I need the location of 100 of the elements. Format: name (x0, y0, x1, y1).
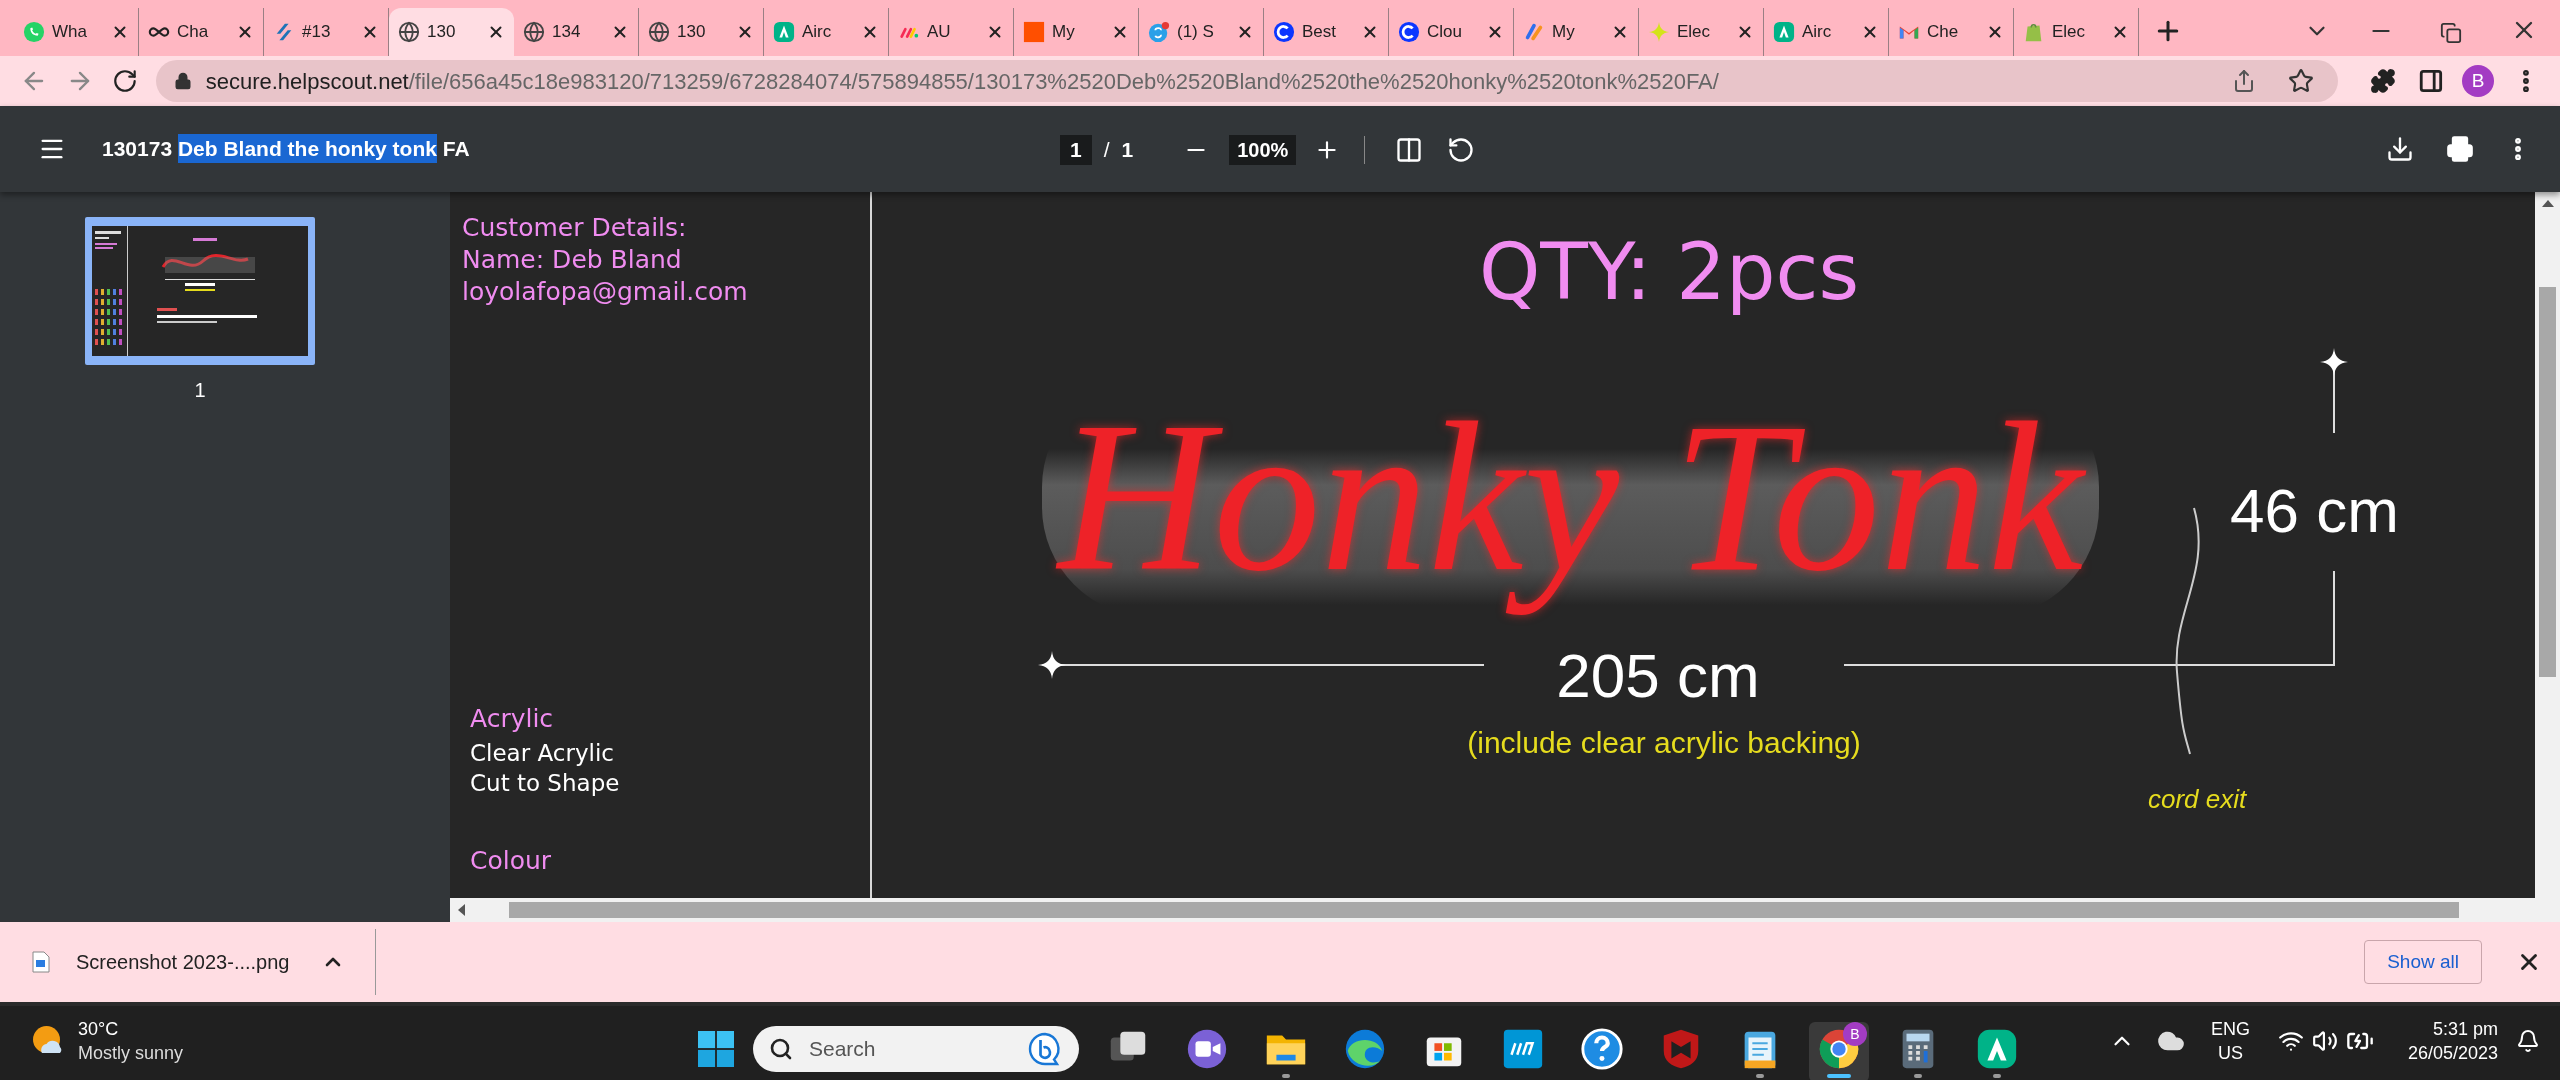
backing-note: (include clear acrylic backing) (1467, 725, 1861, 761)
globe-icon (648, 21, 670, 43)
download-icon[interactable] (2386, 135, 2414, 163)
close-icon[interactable] (1236, 23, 1254, 41)
page-count: 1 (1121, 137, 1134, 163)
lock-icon (173, 72, 192, 90)
notification-icon[interactable] (2516, 1029, 2540, 1053)
height-label: 46 cm (2230, 475, 2399, 547)
fit-page-icon[interactable] (1395, 135, 1424, 164)
close-icon[interactable] (1111, 23, 1129, 41)
close-icon[interactable] (1736, 23, 1754, 41)
close-icon[interactable] (111, 23, 129, 41)
taskbar-search-field[interactable]: Search (753, 1026, 1079, 1072)
restore-icon[interactable] (2440, 22, 2462, 44)
colour-heading: Colour (470, 844, 553, 877)
close-icon[interactable] (487, 23, 505, 41)
horizontal-scrollbar[interactable] (450, 898, 2560, 922)
material-line: Clear Acrylic (470, 738, 615, 768)
search-icon (769, 1037, 793, 1061)
material-line: Cut to Shape (470, 768, 621, 798)
ring-icon (1273, 21, 1295, 43)
tab-title: My (1052, 21, 1075, 44)
show-all-button[interactable]: Show all (2364, 940, 2482, 984)
close-icon[interactable] (611, 23, 629, 41)
vertical-scrollbar[interactable] (2535, 192, 2560, 898)
language-text[interactable]: ENG (2210, 1017, 2250, 1041)
globe-icon (523, 21, 545, 43)
tab-title: Clou (1427, 21, 1462, 44)
ring-icon (1398, 21, 1420, 43)
slanted-bars-icon (1523, 21, 1545, 43)
close-icon[interactable] (1986, 23, 2004, 41)
print-icon[interactable] (2446, 135, 2474, 163)
clock-date[interactable]: 26/05/2023 (2407, 1041, 2498, 1065)
taskbar-app[interactable]: B (1809, 1022, 1869, 1080)
close-icon[interactable] (861, 23, 879, 41)
help-icon[interactable] (1579, 1026, 1625, 1072)
tab-title: Airc (1802, 21, 1832, 44)
page-thumbnail[interactable] (85, 217, 315, 365)
close-icon[interactable] (1486, 23, 1504, 41)
close-icon[interactable] (736, 23, 754, 41)
reload-icon[interactable] (111, 68, 138, 94)
close-icon[interactable] (1861, 23, 1879, 41)
profile-avatar[interactable]: B (2462, 65, 2495, 97)
width-label: 205 cm (1556, 640, 1760, 712)
tab-title: Cha (177, 21, 209, 44)
download-file-name[interactable]: Screenshot 2023-....png (76, 947, 290, 977)
page-separator: / (1103, 137, 1110, 163)
tab-title: (1) S (1177, 21, 1214, 44)
volume-icon[interactable] (2311, 1028, 2338, 1054)
chat-bubble-icon (23, 21, 45, 43)
address-field[interactable]: secure.helpscout.net/file/656a45c18e983120/713259/6728284074/575894855/130173%2520Deb%2520Bland%2520the%2520honky%2520tonk%2520FA/ (155, 60, 2339, 102)
customer-detail-line: loyolafopa@gmail.com (462, 276, 749, 308)
clock-time[interactable]: 5:31 pm (2432, 1017, 2498, 1041)
page-number-field[interactable]: 1 (1060, 134, 1092, 165)
material-heading: Acrylic (470, 703, 555, 735)
peak-icon (773, 21, 795, 43)
tab-title: AU (927, 21, 951, 44)
browser-tab[interactable]: 130 (389, 8, 514, 56)
chat-bubble-icon[interactable] (1027, 1031, 1063, 1067)
peak-icon (1773, 21, 1795, 43)
globe-icon (398, 21, 420, 43)
notification-bubble-icon (1148, 21, 1170, 43)
tab-title: Che (1927, 21, 1959, 44)
page-number-label: 1 (194, 378, 206, 403)
tab-title: 134 (552, 21, 581, 44)
weather-text: Mostly sunny (78, 1042, 184, 1065)
tab-title: Best (1302, 21, 1337, 44)
url-text: secure.helpscout.net/file/656a45c18e983120/713259/6728284074/575894855/130173%2520Deb%2520Bland%2520the%2520honky%2520tonk%2520FA/ (205, 67, 1720, 96)
close-icon[interactable] (361, 23, 379, 41)
customer-detail-line: Customer Details: (462, 212, 688, 244)
customer-detail-line: Name: Deb Bland (462, 244, 683, 276)
tab-title: Wha (52, 21, 87, 44)
close-icon[interactable] (1611, 23, 1629, 41)
tab-title: 130 (427, 21, 456, 44)
tab-title: 130 (677, 21, 706, 44)
rotate-icon[interactable] (1447, 135, 1476, 164)
side-panel-icon[interactable] (2418, 68, 2445, 94)
document-title: 130173 Deb Bland the honky tonk FA (102, 133, 470, 165)
tab-title: Airc (802, 21, 832, 44)
sparkle-icon (2320, 348, 2348, 376)
region-text[interactable]: US (2217, 1041, 2243, 1065)
start-icon[interactable] (698, 1031, 734, 1067)
extensions-icon[interactable] (2370, 68, 2397, 94)
close-icon[interactable] (1361, 23, 1379, 41)
tab-title: My (1552, 21, 1575, 44)
close-icon[interactable] (2111, 23, 2129, 41)
quantity-heading: QTY: 2pcs (1478, 226, 1860, 319)
temperature-text: 30°C (78, 1018, 120, 1041)
close-icon[interactable] (236, 23, 254, 41)
sparkle-icon (1648, 21, 1670, 43)
dimension-line (2333, 370, 2335, 433)
cord-exit-label: cord exit (2148, 783, 2247, 816)
bookmark-star-icon[interactable] (2288, 68, 2315, 94)
tab-title: Elec (2052, 21, 2086, 44)
sparkle-icon (1038, 651, 1066, 679)
close-icon[interactable] (986, 23, 1004, 41)
tab-title: Elec (1677, 21, 1711, 44)
zoom-field[interactable]: 100% (1229, 134, 1297, 165)
profile-badge: B (1843, 1022, 1867, 1046)
square-icon (1023, 21, 1045, 43)
